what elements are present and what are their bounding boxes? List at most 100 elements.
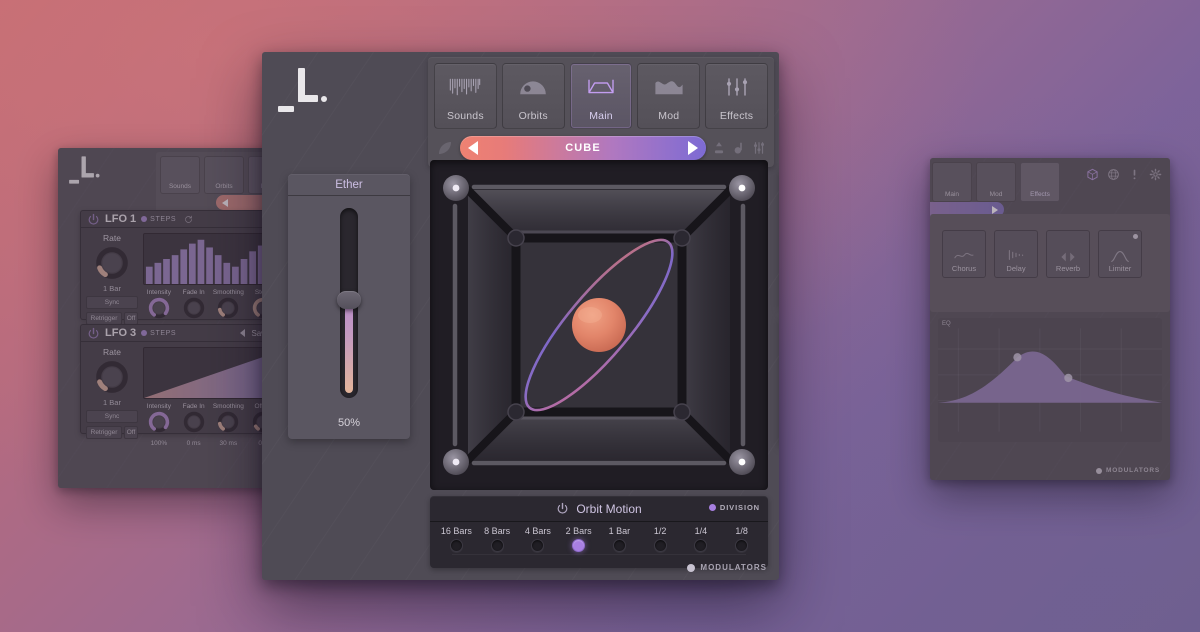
- preset-row: CUBE: [428, 134, 774, 162]
- division-dot[interactable]: [491, 539, 504, 552]
- effect-delay[interactable]: Delay: [994, 230, 1038, 278]
- cube-visualizer[interactable]: [430, 160, 768, 490]
- cube-icon[interactable]: [1086, 168, 1099, 181]
- division-2-bars[interactable]: 2 Bars: [558, 526, 599, 552]
- lfo-3-wave-prev[interactable]: [240, 329, 245, 337]
- division-1-2[interactable]: 1/2: [640, 526, 681, 552]
- lfo-3-knob-row: Intensity 100% Fade In 0 ms Smoothing 30…: [143, 403, 279, 447]
- preset-next-button[interactable]: [688, 141, 698, 155]
- orbit-icon: [503, 72, 564, 102]
- lfo-3-knob-smoothing[interactable]: Smoothing 30 ms: [213, 403, 245, 447]
- lfo-1-mode: STEPS: [141, 216, 176, 223]
- tab-mod[interactable]: Mod: [637, 63, 700, 129]
- sidebar-item-orbits[interactable]: Orbits: [204, 156, 244, 194]
- power-icon[interactable]: [87, 327, 100, 340]
- save-icon[interactable]: [712, 141, 726, 155]
- division-16-bars[interactable]: 16 Bars: [436, 526, 477, 552]
- orbit-motion-panel: Orbit Motion DIVISION 16 Bars 8 Bars 4 B…: [430, 496, 768, 568]
- preset-selector[interactable]: CUBE: [460, 136, 706, 160]
- division-dot[interactable]: [694, 539, 707, 552]
- leaf-icon[interactable]: [436, 139, 454, 157]
- right-tab-mod[interactable]: Mod: [976, 162, 1016, 202]
- modulators-footer[interactable]: MODULATORS: [687, 563, 767, 572]
- preset-side-icons: [712, 141, 766, 155]
- lfo-3-rate[interactable]: Rate 1 Bar Sync Retrigger Off: [86, 347, 138, 447]
- tab-label: Sounds: [447, 110, 484, 122]
- lfo-1-name: LFO 1: [105, 213, 136, 225]
- main-window[interactable]: Sounds Orbits Main: [262, 52, 779, 580]
- globe-icon[interactable]: [1107, 168, 1120, 181]
- lfo-3-knob-intensity[interactable]: Intensity 100%: [143, 403, 175, 447]
- ether-title: Ether: [288, 174, 410, 196]
- ether-slider-fill: [345, 298, 353, 393]
- division-tag[interactable]: DIVISION: [709, 503, 760, 512]
- lfo-1-panel[interactable]: LFO 1 STEPS Rate 1 Bar Sync Retrigger Of…: [80, 210, 285, 320]
- lfo-3-sync-button[interactable]: Sync: [86, 410, 138, 423]
- division-dot[interactable]: [613, 539, 626, 552]
- lfo-1-body: Rate 1 Bar Sync Retrigger Off: [81, 228, 284, 338]
- lfo-3-graph[interactable]: [143, 347, 279, 399]
- division-4-bars[interactable]: 4 Bars: [518, 526, 559, 552]
- lfo-1-graph[interactable]: [143, 233, 279, 285]
- tab-label: Mod: [658, 110, 679, 122]
- division-dot[interactable]: [531, 539, 544, 552]
- division-dot[interactable]: [654, 539, 667, 552]
- division-dot-selected[interactable]: [572, 539, 585, 552]
- ether-slider-handle[interactable]: [337, 291, 361, 309]
- alert-icon[interactable]: [1128, 168, 1141, 181]
- effect-reverb[interactable]: Reverb: [1046, 230, 1090, 278]
- delay-icon: [1005, 246, 1027, 264]
- orbit-motion-header: Orbit Motion DIVISION: [430, 496, 768, 522]
- limiter-icon: [1109, 248, 1131, 264]
- effect-limiter[interactable]: Limiter: [1098, 230, 1142, 278]
- modulators-label: MODULATORS: [700, 563, 767, 572]
- tab-sounds[interactable]: Sounds: [434, 63, 497, 129]
- sidebar-item-sounds[interactable]: Sounds: [160, 156, 200, 194]
- tab-effects[interactable]: Effects: [705, 63, 768, 129]
- lfo-1-rate[interactable]: Rate 1 Bar Sync Retrigger Off: [86, 233, 138, 333]
- lfo-3-retrigger-value[interactable]: Off: [124, 426, 138, 439]
- division-dot: [709, 504, 716, 511]
- tab-orbits[interactable]: Orbits: [502, 63, 565, 129]
- division-dot[interactable]: [735, 539, 748, 552]
- division-dot[interactable]: [450, 539, 463, 552]
- lfo-1-rate-knob[interactable]: [93, 244, 131, 282]
- preset-name: CUBE: [565, 142, 601, 154]
- power-icon[interactable]: [556, 502, 569, 515]
- eq-display[interactable]: EQ: [938, 318, 1162, 442]
- right-window-top-icons: [1086, 168, 1162, 181]
- lfo-1-sync-button[interactable]: Sync: [86, 296, 138, 309]
- right-tab-main[interactable]: Main: [932, 162, 972, 202]
- division-1-8[interactable]: 1/8: [721, 526, 762, 552]
- right-tab-effects[interactable]: Effects: [1020, 162, 1060, 202]
- mixer-icon[interactable]: [752, 141, 766, 155]
- background-window-right[interactable]: Main Mod Effects Chorus: [930, 158, 1170, 480]
- lfo-3-knob-fade-in[interactable]: Fade In 0 ms: [178, 403, 210, 447]
- lfo-3-body: Rate 1 Bar Sync Retrigger Off: [81, 342, 284, 452]
- lfo-3-panel[interactable]: LFO 3 STEPS Saw Rate 1 Bar Sync Retrigge…: [80, 324, 285, 434]
- tab-label: Main: [589, 110, 613, 122]
- lfo-3-retrigger-button[interactable]: Retrigger: [86, 426, 122, 439]
- logo-dash: [278, 106, 294, 112]
- tab-bar: Sounds Orbits Main: [428, 57, 774, 129]
- cube-outline-icon: [571, 72, 632, 102]
- right-window-nav[interactable]: Main Mod Effects: [930, 158, 1170, 210]
- logo-dot: [321, 96, 327, 102]
- gear-icon[interactable]: [1149, 168, 1162, 181]
- refresh-icon[interactable]: [184, 215, 193, 224]
- lfo-3-header: LFO 3 STEPS Saw: [81, 325, 284, 342]
- preset-prev-button[interactable]: [468, 141, 478, 155]
- lfo-3-mode: STEPS: [141, 330, 176, 337]
- note-icon[interactable]: [732, 141, 746, 155]
- lfo-3-rate-knob[interactable]: [93, 358, 131, 396]
- tab-main[interactable]: Main: [570, 63, 633, 129]
- power-icon[interactable]: [87, 213, 100, 226]
- orbit-motion-title: Orbit Motion: [576, 502, 641, 516]
- lfo-1-header: LFO 1 STEPS: [81, 211, 284, 228]
- effect-chorus[interactable]: Chorus: [942, 230, 986, 278]
- wave-icon: [638, 72, 699, 102]
- ether-panel: Ether 50%: [288, 174, 410, 439]
- division-8-bars[interactable]: 8 Bars: [477, 526, 518, 552]
- division-1-4[interactable]: 1/4: [681, 526, 722, 552]
- division-1-bar[interactable]: 1 Bar: [599, 526, 640, 552]
